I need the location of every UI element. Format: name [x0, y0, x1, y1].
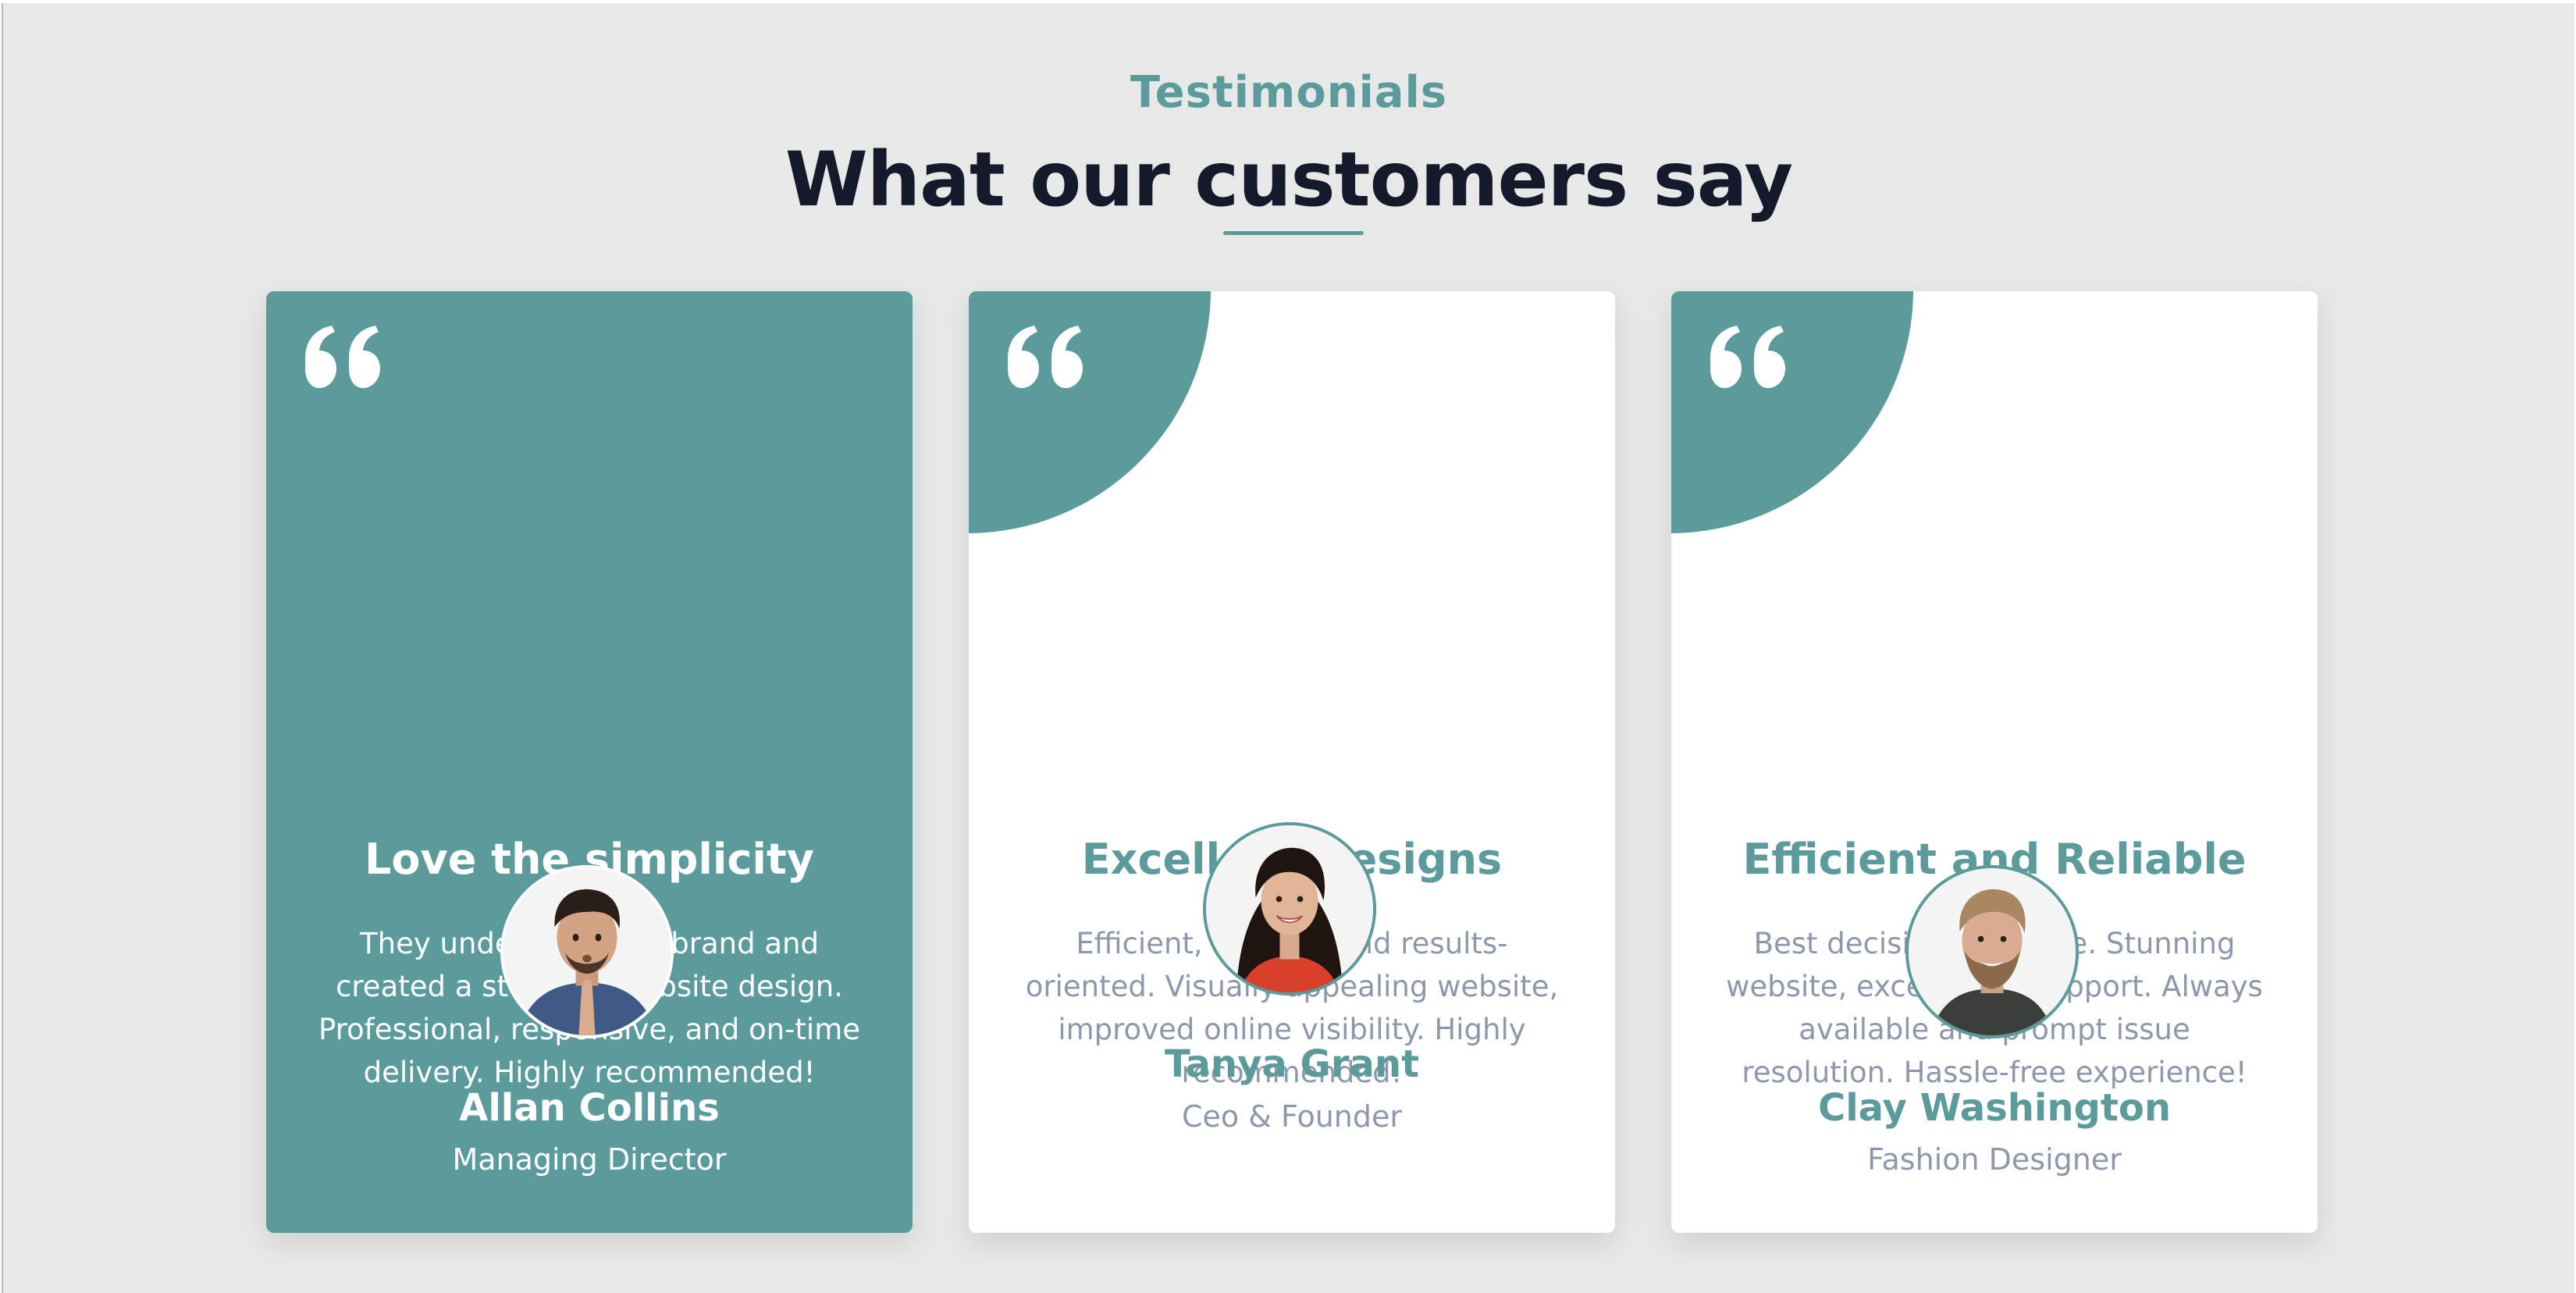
quote-icon	[1710, 326, 1785, 388]
headline-underline	[1223, 231, 1364, 235]
avatar-man-praying-hands	[503, 868, 671, 1035]
testimonials-section: Testimonials What our customers say Love…	[2, 3, 2574, 1293]
customer-role: Ceo & Founder	[1182, 1099, 1402, 1134]
testimonial-card-allan-collins: Love the simplicity They understood our …	[266, 291, 913, 1233]
customer-role: Managing Director	[452, 1142, 727, 1177]
avatar	[1905, 865, 2079, 1038]
customer-role: Fashion Designer	[1867, 1142, 2122, 1177]
testimonial-card-clay-washington: Efficient and Reliable Best decision we …	[1671, 291, 2318, 1233]
customer-name: Tanya Grant	[1164, 1042, 1420, 1086]
section-headline: What our customers say	[785, 136, 1793, 223]
customer-name: Clay Washington	[1817, 1086, 2172, 1130]
avatar	[500, 865, 674, 1038]
quote-icon	[305, 326, 380, 388]
avatar-woman-smiling	[1206, 825, 1373, 992]
avatar-bearded-man-smiling	[1909, 868, 2076, 1035]
customer-name: Allan Collins	[459, 1086, 720, 1130]
testimonial-card-tanya-grant: Excellent Designs Efficient, reliable, a…	[969, 291, 1615, 1233]
avatar	[1203, 822, 1376, 996]
section-eyebrow: Testimonials	[1130, 67, 1448, 118]
quote-icon	[1008, 326, 1083, 388]
